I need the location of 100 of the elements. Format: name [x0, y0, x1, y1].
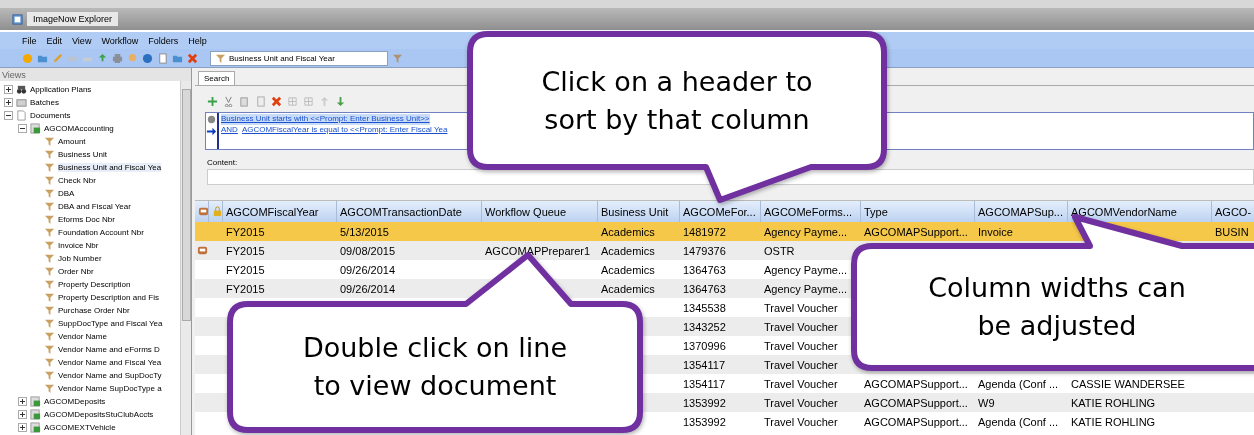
grid-icon[interactable]	[287, 96, 298, 107]
expander-icon[interactable]	[18, 397, 27, 406]
pencil-icon[interactable]	[52, 52, 63, 64]
connector-link[interactable]: AND	[221, 125, 238, 136]
tree-item[interactable]: Property Description and Fis	[58, 293, 159, 302]
expander-icon[interactable]	[18, 410, 27, 419]
filter-icon[interactable]	[392, 52, 403, 64]
menu-item[interactable]: Workflow	[101, 35, 139, 46]
arrow-icon	[206, 126, 217, 137]
tree-item[interactable]: Documents	[30, 111, 71, 120]
table-cell: 09/08/2015	[340, 244, 396, 257]
up-arrow-icon[interactable]	[319, 96, 330, 107]
delete-icon[interactable]	[271, 96, 282, 107]
expander-icon[interactable]	[4, 98, 13, 107]
expander-icon[interactable]	[18, 423, 27, 432]
callout-text: Double click on line to view document	[302, 331, 568, 403]
filter-icon	[44, 318, 55, 329]
expander-icon[interactable]	[18, 124, 27, 133]
tree-item[interactable]: AGCOMDepositsStuClubAccts	[44, 410, 154, 419]
delete-icon[interactable]	[187, 52, 198, 64]
filter-icon	[44, 305, 55, 316]
tree-item[interactable]: Business Unit	[58, 150, 107, 159]
tree-item[interactable]: Vendor Name and Fiscal Yea	[58, 358, 162, 367]
table-cell: FY2015	[226, 225, 265, 238]
table-cell: 5/13/2015	[340, 225, 389, 238]
table-cell: KATIE ROHLING	[1071, 415, 1156, 428]
table-cell: 09/26/2014	[340, 263, 396, 276]
menu-item[interactable]: Edit	[46, 35, 63, 46]
table-cell: 1479376	[683, 244, 726, 257]
down-arrow-icon[interactable]	[335, 96, 346, 107]
menu-item[interactable]: Folders	[148, 35, 179, 46]
tree-item[interactable]: AGCOMDeposits	[44, 397, 106, 406]
menu-item[interactable]: File	[22, 35, 37, 46]
tree-item[interactable]: Order Nbr	[58, 267, 94, 276]
scrollbar[interactable]	[180, 81, 191, 435]
table-cell: Agenda (Conf ...	[978, 377, 1059, 390]
tree-item[interactable]: Eforms Doc Nbr	[58, 215, 115, 224]
filter-icon	[44, 175, 55, 186]
table-cell: Travel Voucher	[764, 320, 838, 333]
paste-icon[interactable]	[255, 96, 266, 107]
filter-icon	[44, 357, 55, 368]
tree-item[interactable]: Invoice Nbr	[58, 241, 99, 250]
filter-icon	[44, 292, 55, 303]
filter-icon	[44, 188, 55, 199]
table-cell: Agency Payme...	[764, 282, 848, 295]
copy-icon[interactable]	[239, 96, 250, 107]
tree-item[interactable]: SuppDocType and Fiscal Yea	[58, 319, 163, 328]
tree-item[interactable]: Business Unit and Fiscal Yea	[58, 163, 162, 172]
upload-icon[interactable]	[97, 52, 108, 64]
table-cell: Academics	[601, 263, 655, 276]
tree-item[interactable]: Vendor Name and eForms D	[58, 345, 160, 354]
tree-item[interactable]: Property Description	[58, 280, 131, 289]
table-cell: 09/26/2014	[340, 282, 396, 295]
sun-icon[interactable]	[22, 52, 33, 64]
printer-icon[interactable]	[112, 52, 123, 64]
table-cell: OSTR	[764, 244, 795, 257]
page-icon[interactable]	[157, 52, 168, 64]
table-cell: 1343252	[683, 320, 726, 333]
tree-item[interactable]: AGCOMEXTVehicle	[44, 423, 116, 432]
filter-icon	[44, 266, 55, 277]
expander-icon[interactable]	[4, 85, 13, 94]
inbox-icon	[197, 206, 208, 217]
tree-item[interactable]: Batches	[30, 98, 59, 107]
table-cell: BUSIN	[1215, 225, 1249, 238]
view-dropdown[interactable]: Business Unit and Fiscal Year	[210, 50, 388, 66]
tree-item[interactable]: Vendor Name SupDocType a	[58, 384, 162, 393]
callout-text: Column widths can be adjusted	[928, 271, 1186, 343]
expander-icon[interactable]	[4, 111, 13, 120]
table-cell: Agenda (Conf ...	[978, 415, 1059, 428]
tray-icon	[16, 97, 27, 108]
tree-item[interactable]: Foundation Account Nbr	[58, 228, 144, 237]
tree-item[interactable]: DBA	[58, 189, 75, 198]
table-cell: 1353992	[683, 415, 726, 428]
tree-item[interactable]: AGCOMAccounting	[44, 124, 114, 133]
search-tab[interactable]: Search	[198, 71, 236, 85]
tree-item[interactable]: Job Number	[58, 254, 102, 263]
tree-item[interactable]: Purchase Order Nbr	[58, 306, 130, 315]
tree-item[interactable]: Amount	[58, 137, 86, 146]
tree-item[interactable]: DBA and Fiscal Year	[58, 202, 131, 211]
table-cell: Travel Voucher	[764, 301, 838, 314]
table-cell: Academics	[601, 282, 655, 295]
table-row[interactable]: FY2015 5/13/2015 Academics 1481972 Agency Payme... AGCOMAPSupport... Invoice BUSIN	[195, 222, 1254, 241]
menu-item[interactable]: View	[72, 35, 92, 46]
criteria-link[interactable]: AGCOMFiscalYear is equal to <<Prompt: Enter Fiscal Yea	[241, 125, 448, 136]
tree-item[interactable]: Vendor Name and SupDocTy	[58, 371, 162, 380]
table-cell: 1354117	[683, 377, 725, 390]
table-cell: AGCOMAPSupport...	[864, 396, 968, 409]
binoculars-icon	[16, 84, 27, 95]
menu-item[interactable]: Help	[188, 35, 207, 46]
tree-item[interactable]: Vendor Name	[58, 332, 107, 341]
tree-item[interactable]: Check Nbr	[58, 176, 96, 185]
grid-icon[interactable]	[303, 96, 314, 107]
table-cell: FY2015	[226, 244, 265, 257]
add-icon[interactable]	[207, 96, 218, 107]
app-icon	[12, 13, 23, 25]
cut-icon[interactable]	[223, 96, 234, 107]
tree-item[interactable]: Application Plans	[30, 85, 92, 94]
criteria-link[interactable]: Business Unit starts with <<Prompt: Enter Business Unit>>	[221, 114, 430, 125]
table-cell: KATIE ROHLING	[1071, 396, 1156, 409]
filter-icon	[44, 253, 55, 264]
